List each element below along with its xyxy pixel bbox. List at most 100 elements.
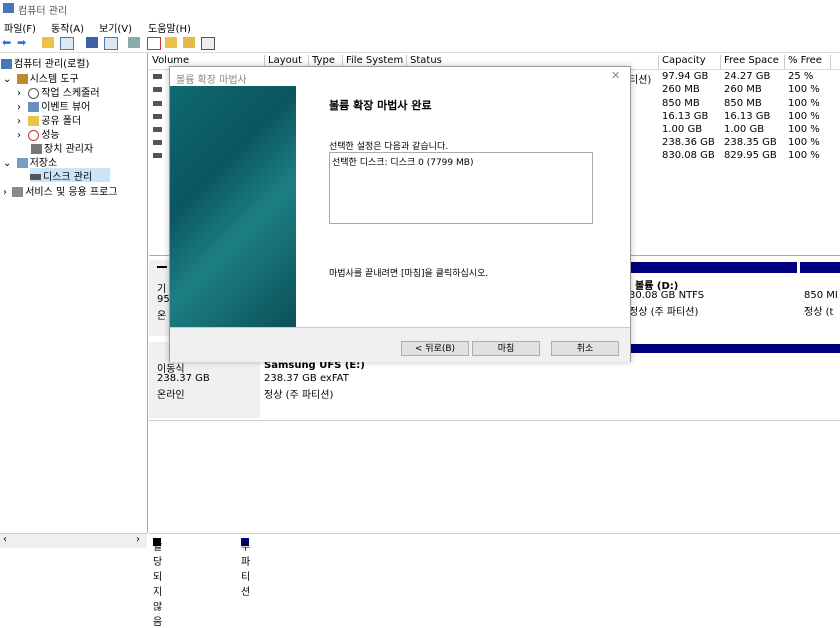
shared-folder-icon (28, 116, 40, 126)
scroll-left-icon[interactable]: ‹ (3, 534, 7, 545)
primary-partition-bar (800, 262, 840, 273)
chevron-down-icon[interactable]: ⌄ (3, 74, 11, 85)
dialog-intro: 선택한 설정은 다음과 같습니다. (329, 142, 449, 152)
capacity-cell: 16.13 GB (662, 111, 709, 122)
col-percent-free[interactable]: % Free (785, 55, 831, 69)
help-icon[interactable] (86, 37, 98, 48)
percent-free-cell: 100 % (788, 150, 820, 161)
tree-item-task-scheduler[interactable]: › 작업 스케줄러 (17, 84, 100, 99)
up-folder-icon[interactable] (42, 37, 54, 48)
chevron-right-icon[interactable]: › (17, 130, 21, 141)
free-space-cell: 260 MB (724, 84, 762, 95)
tree-item-system-tools[interactable]: ⌄ 시스템 도구 (3, 70, 79, 85)
scroll-right-icon[interactable]: › (136, 534, 140, 545)
search-folder-icon[interactable] (183, 37, 195, 48)
capacity-cell: 830.08 GB (662, 150, 715, 161)
tree-item-device-manager[interactable]: 장치 관리자 (31, 140, 93, 155)
volume-status: 정상 (t (804, 307, 834, 318)
clock-icon (28, 87, 40, 99)
capacity-cell: 97.94 GB (662, 71, 709, 82)
services-icon (12, 187, 24, 197)
chevron-down-icon[interactable]: ⌄ (3, 158, 11, 169)
menu-file[interactable]: 파일(F) (4, 20, 36, 35)
tree-item-disk-management[interactable]: 디스크 관리 (30, 168, 110, 183)
volume-d-block[interactable]: 볼륨 (D:) 30.08 GB NTFS 정상 (주 파티션) (627, 275, 797, 335)
tools-icon (16, 74, 28, 84)
tree-label: 디스크 관리 (43, 172, 93, 183)
performance-icon (28, 129, 40, 141)
free-space-cell: 1.00 GB (724, 124, 765, 135)
volume-icon (153, 153, 162, 158)
cancel-button[interactable]: 취소 (551, 341, 619, 356)
percent-free-cell: 100 % (788, 98, 820, 109)
menu-view[interactable]: 보기(V) (99, 20, 132, 35)
volume-icon (153, 74, 162, 79)
free-space-cell: 24.27 GB (724, 71, 771, 82)
check-icon[interactable] (147, 37, 161, 50)
folder-icon[interactable] (165, 37, 177, 48)
storage-icon (16, 158, 28, 168)
extend-volume-wizard-dialog: 볼륨 확장 마법사 ✕ 볼륨 확장 마법사 완료 선택한 설정은 다음과 같습니… (169, 66, 631, 362)
tree-item-event-viewer[interactable]: › 이벤트 뷰어 (17, 98, 90, 113)
dialog-heading: 볼륨 확장 마법사 완료 (329, 99, 432, 112)
legend-label: 할당되지 않음 (153, 542, 163, 628)
volume-right-block[interactable]: 850 MI 정상 (t (800, 275, 840, 335)
free-space-cell: 850 MB (724, 98, 762, 109)
back-button[interactable]: < 뒤로(B) (401, 341, 469, 356)
tree-item-storage[interactable]: ⌄ 저장소 (3, 154, 57, 169)
volume-icon (153, 127, 162, 132)
percent-free-cell: 25 % (788, 71, 814, 82)
back-arrow-icon[interactable]: ⬅ (2, 37, 14, 48)
status-cell: 티션) (629, 75, 652, 86)
menu-action[interactable]: 동작(A) (51, 20, 84, 35)
navigation-tree: 컴퓨터 관리(로컬) ⌄ 시스템 도구 › 작업 스케줄러 › 이벤트 뷰어 ›… (0, 53, 148, 533)
volume-status: 정상 (주 파티션) (264, 390, 334, 401)
percent-free-cell: 100 % (788, 111, 820, 122)
volume-size: 850 MI (804, 290, 838, 301)
free-space-cell: 829.95 GB (724, 150, 777, 161)
dialog-title: 볼륨 확장 마법사 (176, 75, 247, 86)
dialog-button-bar: < 뒤로(B) 마침 취소 (170, 327, 630, 362)
col-capacity[interactable]: Capacity (659, 55, 721, 69)
col-free-space[interactable]: Free Space (721, 55, 785, 69)
free-space-cell: 238.35 GB (724, 137, 777, 148)
tree-item-shared-folders[interactable]: › 공유 폴더 (17, 112, 81, 127)
capacity-cell: 260 MB (662, 84, 700, 95)
properties-icon[interactable] (201, 37, 215, 50)
tree-label: 서비스 및 응용 프로그 (25, 187, 118, 198)
tree-item-services[interactable]: › 서비스 및 응용 프로그 (3, 183, 118, 198)
volume-e-block[interactable]: Samsung UFS (E:) 238.37 GB exFAT 정상 (주 파… (262, 355, 840, 417)
device-manager-icon (31, 144, 42, 154)
window-title: 컴퓨터 관리 (18, 6, 68, 17)
tree-horizontal-scrollbar[interactable]: ‹ › (0, 533, 147, 548)
volume-status: 정상 (주 파티션) (629, 307, 699, 318)
percent-free-cell: 100 % (788, 137, 820, 148)
computer-icon (1, 59, 12, 69)
forward-arrow-icon[interactable]: ➡ (17, 37, 29, 48)
view-icon[interactable] (104, 37, 118, 50)
chevron-right-icon[interactable]: › (3, 187, 7, 198)
divider (149, 420, 840, 421)
show-hide-tree-icon[interactable] (60, 37, 74, 50)
volume-size: 30.08 GB NTFS (629, 290, 705, 301)
finish-button[interactable]: 마침 (472, 341, 540, 356)
computer-management-icon (3, 3, 14, 13)
volume-icon (153, 87, 162, 92)
capacity-cell: 1.00 GB (662, 124, 703, 135)
settings-summary-box[interactable]: 선택한 디스크: 디스크 0 (7799 MB) (329, 152, 593, 224)
legend-label: 주 파티션 (241, 542, 251, 598)
tree-item-performance[interactable]: › 성능 (17, 126, 60, 141)
free-space-cell: 16.13 GB (724, 111, 771, 122)
tree-item-root[interactable]: 컴퓨터 관리(로컬) (1, 55, 89, 70)
primary-partition-bar (627, 262, 797, 273)
menu-bar: 파일(F) 동작(A) 보기(V) 도움말(H) (0, 17, 840, 35)
capacity-cell: 238.36 GB (662, 137, 715, 148)
percent-free-cell: 100 % (788, 124, 820, 135)
disk1-size: 238.37 GB (157, 373, 210, 384)
menu-help[interactable]: 도움말(H) (148, 20, 191, 35)
disk-icon (157, 266, 167, 268)
disk0-state: 온 (157, 311, 167, 322)
connect-icon[interactable] (128, 37, 140, 48)
volume-size: 238.37 GB exFAT (264, 373, 349, 384)
close-icon[interactable]: ✕ (611, 69, 620, 82)
